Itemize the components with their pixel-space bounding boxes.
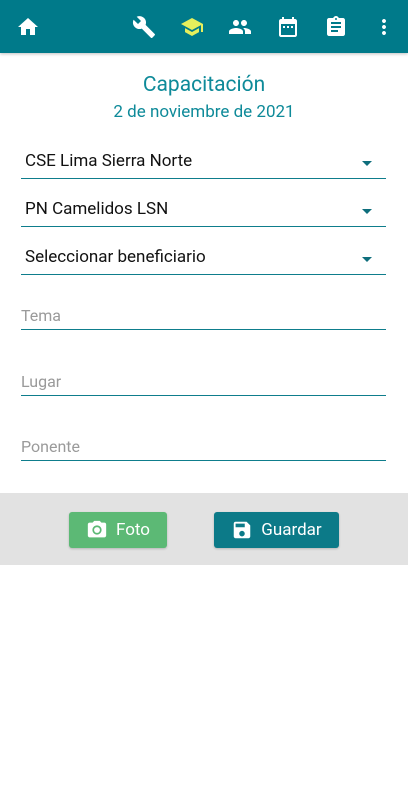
lugar-input[interactable] (21, 372, 381, 391)
select-beneficiary[interactable]: Seleccionar beneficiario (21, 242, 386, 275)
dropdown-arrow-icon (362, 257, 372, 262)
more-vert-icon[interactable] (371, 14, 397, 40)
dropdown-arrow-icon (362, 161, 372, 166)
select-organization-value: CSE Lima Sierra Norte (25, 151, 193, 171)
graduation-cap-icon[interactable] (179, 14, 205, 40)
app-bar (0, 0, 408, 53)
wrench-icon[interactable] (131, 14, 157, 40)
save-button[interactable]: Guardar (214, 512, 339, 548)
clipboard-icon[interactable] (323, 14, 349, 40)
photo-button-label: Foto (115, 520, 150, 540)
page-date: 2 de noviembre de 2021 (113, 102, 295, 122)
calendar-icon[interactable] (275, 14, 301, 40)
camera-icon (87, 520, 107, 538)
dropdown-arrow-icon (362, 209, 372, 214)
save-icon (234, 521, 251, 539)
select-beneficiary-value: Seleccionar beneficiario (25, 247, 206, 267)
action-bar: Foto Guardar (0, 493, 408, 565)
save-button-label: Guardar (261, 520, 322, 540)
ponente-input[interactable] (21, 437, 381, 456)
people-icon[interactable] (227, 14, 253, 40)
tema-field (21, 299, 386, 330)
select-project[interactable]: PN Camelidos LSN (21, 194, 386, 227)
select-organization[interactable]: CSE Lima Sierra Norte (21, 146, 386, 179)
select-project-value: PN Camelidos LSN (25, 199, 169, 219)
ponente-field (21, 430, 386, 461)
tema-input[interactable] (21, 306, 381, 325)
home-icon[interactable] (15, 14, 41, 40)
page-title: Capacitación (142, 73, 266, 97)
lugar-field (21, 365, 386, 396)
photo-button[interactable]: Foto (69, 512, 167, 548)
